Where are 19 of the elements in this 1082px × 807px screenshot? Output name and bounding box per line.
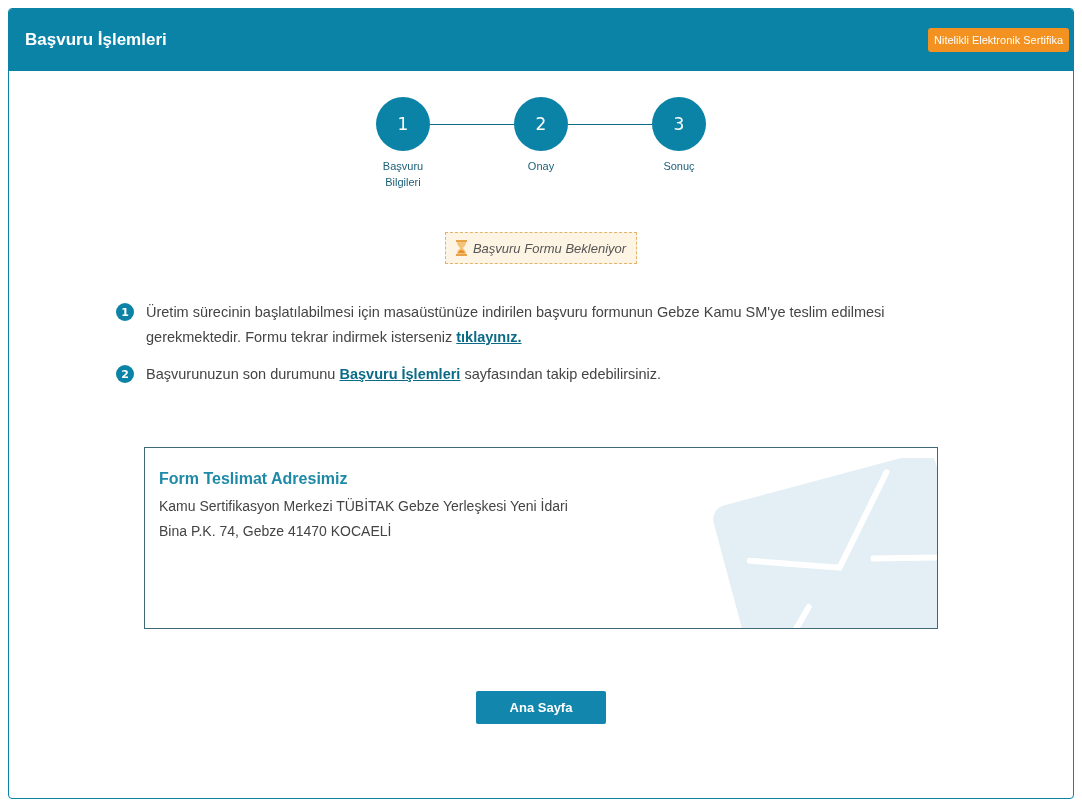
instruction-link[interactable]: Başvuru İşlemleri (339, 366, 461, 382)
home-button[interactable]: Ana Sayfa (476, 691, 606, 724)
status-text: Başvuru Formu Bekleniyor (472, 240, 627, 256)
step-label: Başvuru Bilgileri (381, 159, 425, 190)
address-text: Kamu Sertifikasyon Merkezi TÜBİTAK Gebze Yerleşkesi Yeni İdari (159, 497, 569, 516)
number-marker: 1 (116, 303, 134, 321)
step-label: Sonuç (662, 159, 696, 174)
number-marker: 2 (116, 365, 134, 383)
card-title: Form Teslimat Adresimiz (159, 470, 349, 488)
step-circle: 2 (514, 97, 568, 151)
page-title: Başvuru İşlemleri (25, 30, 167, 50)
instruction-link[interactable]: tıklayınız. (456, 329, 522, 345)
instruction-text: Başvurunuzun son durumunu Başvuru İşlemleri sayfasından takip edebilirsiniz. (146, 365, 662, 384)
address-text: Bina P.K. 74, Gebze 41470 KOCAELİ (159, 522, 393, 541)
instruction-text: Üretim sürecinin başlatılabilmesi için masaüstünüze indirilen başvuru formunun Gebze Kamu SM'ye teslim edilmesi gerekmektedir. Formu tekrar indirmek isterseniz tıklayınız. (146, 303, 886, 347)
hourglass-icon (455, 240, 467, 256)
step-circle: 1 (376, 97, 430, 151)
step-label: Onay (526, 159, 556, 174)
step-circle: 3 (652, 97, 706, 151)
